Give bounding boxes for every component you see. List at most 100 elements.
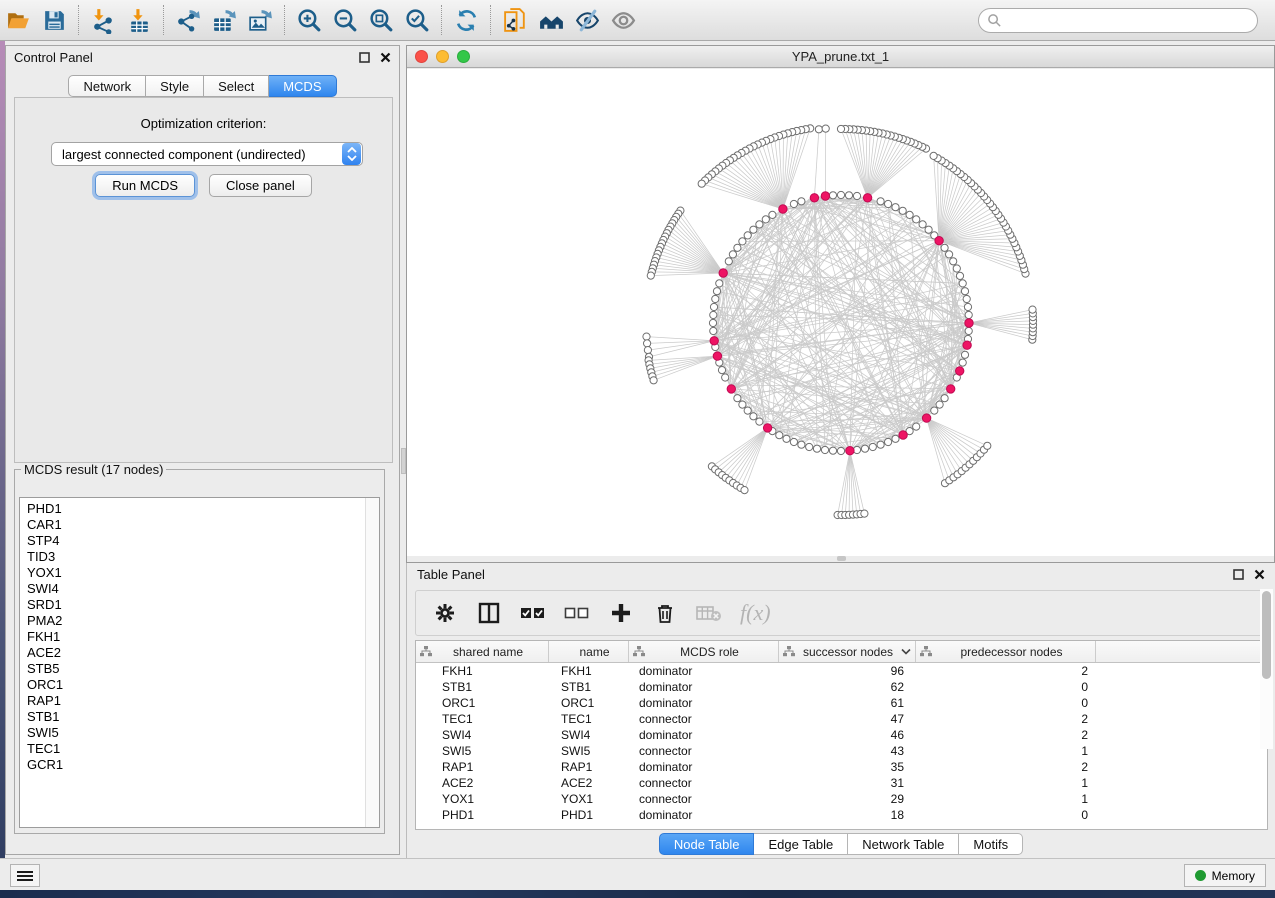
mcds-result-item[interactable]: SWI5 — [20, 725, 379, 741]
table-cell[interactable]: STB1 — [416, 679, 549, 695]
mcds-result-item[interactable]: PHD1 — [20, 501, 379, 517]
tab-motifs[interactable]: Motifs — [959, 833, 1023, 855]
table-cell[interactable]: dominator — [629, 663, 779, 679]
ring-node[interactable] — [718, 367, 725, 374]
table-cell[interactable]: 61 — [779, 695, 916, 711]
ring-node[interactable] — [769, 211, 776, 218]
float-panel-icon[interactable] — [359, 52, 370, 63]
mcds-result-item[interactable]: SRD1 — [20, 597, 379, 613]
ring-node[interactable] — [956, 272, 963, 279]
ring-node[interactable] — [906, 211, 913, 218]
mcds-hub-node[interactable] — [821, 192, 829, 200]
mcds-result-item[interactable]: FKH1 — [20, 629, 379, 645]
ring-node[interactable] — [739, 238, 746, 245]
table-row[interactable]: ORC1ORC1dominator610 — [416, 695, 1267, 711]
table-cell[interactable]: YOX1 — [549, 791, 629, 807]
gear-icon[interactable] — [432, 600, 458, 626]
mcds-hub-node[interactable] — [965, 319, 973, 327]
ring-node[interactable] — [729, 251, 736, 258]
table-cell[interactable]: 0 — [916, 679, 1096, 695]
table-cell[interactable]: 1 — [916, 775, 1096, 791]
table-cell[interactable]: PHD1 — [416, 807, 549, 823]
table-cell[interactable]: 1 — [916, 791, 1096, 807]
ring-node[interactable] — [885, 438, 892, 445]
minimize-window-icon[interactable] — [436, 50, 449, 63]
table-cell[interactable]: dominator — [629, 695, 779, 711]
ring-node[interactable] — [750, 413, 757, 420]
ring-node[interactable] — [931, 407, 938, 414]
table-cell[interactable]: ACE2 — [416, 775, 549, 791]
table-cell[interactable]: 2 — [916, 759, 1096, 775]
mcds-result-item[interactable]: ACE2 — [20, 645, 379, 661]
ring-node[interactable] — [913, 423, 920, 430]
column-header-MCDS-role[interactable]: MCDS role — [629, 641, 779, 662]
leaf-node[interactable] — [930, 152, 937, 159]
ring-node[interactable] — [837, 191, 844, 198]
ring-node[interactable] — [722, 374, 729, 381]
ring-node[interactable] — [853, 192, 860, 199]
mcds-result-item[interactable]: PMA2 — [20, 613, 379, 629]
table-cell[interactable]: SWI5 — [549, 743, 629, 759]
ring-node[interactable] — [892, 435, 899, 442]
table-cell[interactable]: connector — [629, 711, 779, 727]
table-cell[interactable]: 2 — [916, 663, 1096, 679]
table-row[interactable]: TEC1TEC1connector472 — [416, 711, 1267, 727]
tab-select[interactable]: Select — [204, 75, 269, 97]
ring-node[interactable] — [776, 432, 783, 439]
ring-node[interactable] — [877, 198, 884, 205]
mcds-hub-node[interactable] — [763, 424, 771, 432]
ring-node[interactable] — [798, 198, 805, 205]
zoom-selected-icon[interactable] — [399, 4, 435, 36]
ring-node[interactable] — [919, 221, 926, 228]
leaf-node[interactable] — [644, 340, 651, 347]
leaf-node[interactable] — [984, 442, 991, 449]
hide-selected-icon[interactable] — [569, 4, 605, 36]
table-cell[interactable]: YOX1 — [416, 791, 549, 807]
ring-node[interactable] — [899, 207, 906, 214]
table-cell[interactable]: FKH1 — [416, 663, 549, 679]
leaf-node[interactable] — [644, 347, 651, 354]
tab-edge-table[interactable]: Edge Table — [754, 833, 848, 855]
zoom-out-icon[interactable] — [327, 4, 363, 36]
table-cell[interactable]: TEC1 — [416, 711, 549, 727]
column-header-successor-nodes[interactable]: successor nodes — [779, 641, 916, 662]
leaf-node[interactable] — [643, 333, 650, 340]
table-cell[interactable]: connector — [629, 791, 779, 807]
ring-node[interactable] — [877, 441, 884, 448]
ring-node[interactable] — [892, 204, 899, 211]
first-neighbors-icon[interactable] — [533, 4, 569, 36]
table-cell[interactable]: SWI4 — [416, 727, 549, 743]
table-cell[interactable]: 46 — [779, 727, 916, 743]
table-row[interactable]: SWI5SWI5connector431 — [416, 743, 1267, 759]
ring-node[interactable] — [941, 395, 948, 402]
select-all-icon[interactable] — [520, 600, 546, 626]
export-table-icon[interactable] — [206, 4, 242, 36]
close-panel-button[interactable]: Close panel — [209, 174, 312, 197]
zoom-fit-icon[interactable] — [363, 4, 399, 36]
mcds-hub-node[interactable] — [956, 367, 964, 375]
table-cell[interactable]: RAP1 — [549, 759, 629, 775]
mcds-hub-node[interactable] — [935, 237, 943, 245]
table-cell[interactable]: SWI5 — [416, 743, 549, 759]
leaf-node[interactable] — [650, 377, 657, 384]
deselect-all-icon[interactable] — [564, 600, 590, 626]
ring-node[interactable] — [734, 244, 741, 251]
mcds-result-item[interactable]: STP4 — [20, 533, 379, 549]
ring-node[interactable] — [961, 288, 968, 295]
close-table-panel-icon[interactable] — [1254, 569, 1265, 580]
ring-node[interactable] — [734, 395, 741, 402]
mcds-result-item[interactable]: SWI4 — [20, 581, 379, 597]
table-cell[interactable]: 0 — [916, 695, 1096, 711]
table-cell[interactable]: 1 — [916, 743, 1096, 759]
ring-node[interactable] — [885, 200, 892, 207]
network-canvas[interactable] — [407, 69, 1274, 557]
ring-node[interactable] — [941, 244, 948, 251]
ring-node[interactable] — [710, 327, 717, 334]
mcds-hub-node[interactable] — [963, 341, 971, 349]
ring-node[interactable] — [783, 435, 790, 442]
table-row[interactable]: PHD1PHD1dominator180 — [416, 807, 1267, 823]
table-cell[interactable]: 62 — [779, 679, 916, 695]
network-window-titlebar[interactable]: YPA_prune.txt_1 — [407, 46, 1274, 68]
ring-node[interactable] — [961, 351, 968, 358]
ring-node[interactable] — [750, 226, 757, 233]
